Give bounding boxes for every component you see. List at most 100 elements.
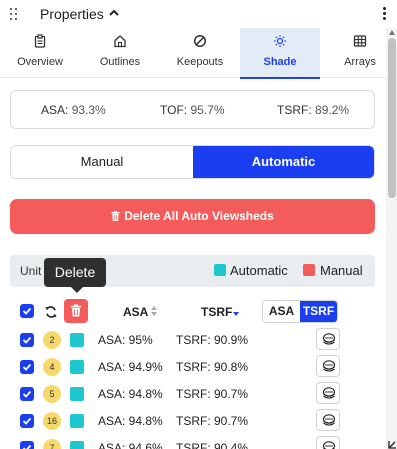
tab-outlines[interactable]: Outlines — [80, 28, 160, 78]
delete-all-label: Delete All Auto Viewsheds — [124, 209, 274, 223]
checkmark-icon — [22, 363, 32, 371]
scroll-up-arrow-icon[interactable] — [389, 30, 395, 35]
manual-mode-button[interactable]: Manual — [11, 146, 193, 178]
delete-all-auto-viewsheds-button[interactable]: Delete All Auto Viewsheds — [10, 199, 375, 234]
units-label: Unit — [20, 264, 42, 278]
layers-icon — [322, 333, 336, 345]
tsrf-stat-value: 89.2% — [315, 103, 350, 117]
row-asa-value: ASA: 94.9% — [98, 360, 163, 374]
asa-column-header[interactable]: ASA — [123, 305, 148, 319]
checkmark-icon — [22, 307, 32, 315]
metric-display-toggle: ASA TSRF — [262, 300, 338, 323]
row-tsrf-value: TSRF: 90.7% — [176, 387, 249, 401]
unit-number-badge: 4 — [43, 358, 61, 376]
tab-shade[interactable]: Shade — [240, 28, 320, 79]
trash-icon — [111, 210, 120, 221]
layers-button[interactable] — [316, 355, 340, 377]
delete-tooltip: Delete — [44, 258, 106, 293]
unit-number-badge: 2 — [43, 331, 61, 349]
tof-stat-label: TOF: — [160, 103, 188, 117]
unit-number-badge: 5 — [43, 385, 61, 403]
sort-descending-icon[interactable] — [233, 306, 239, 316]
tab-keepouts[interactable]: Keepouts — [160, 28, 240, 78]
list-item[interactable]: 5 ASA: 94.8% TSRF: 90.7% — [0, 382, 386, 406]
layers-icon — [322, 387, 336, 399]
asa-toggle-button[interactable]: ASA — [263, 301, 300, 322]
row-asa-value: ASA: 95% — [98, 333, 153, 347]
list-item[interactable]: 16 ASA: 94.8% TSRF: 90.7% — [0, 409, 386, 433]
checkmark-icon — [22, 417, 32, 425]
automatic-type-swatch — [70, 387, 84, 401]
unit-number-badge: 7 — [43, 439, 61, 449]
viewshed-mode-toggle: Manual Automatic — [10, 145, 375, 179]
home-icon — [114, 35, 126, 48]
clipboard-icon — [34, 34, 46, 48]
layers-icon — [322, 441, 336, 449]
row-asa-value: ASA: 94.8% — [98, 414, 163, 428]
layers-button[interactable] — [316, 409, 340, 431]
checkmark-icon — [22, 390, 32, 398]
automatic-swatch — [214, 264, 226, 276]
panel-header: Properties — [0, 0, 386, 28]
automatic-type-swatch — [70, 441, 84, 449]
resize-handle-icon[interactable] — [388, 440, 397, 449]
tab-label: Overview — [17, 56, 63, 68]
select-all-checkbox[interactable] — [20, 304, 34, 318]
list-item[interactable]: 4 ASA: 94.9% TSRF: 90.8% — [0, 355, 386, 379]
row-tsrf-value: TSRF: 90.4% — [176, 441, 249, 449]
row-tsrf-value: TSRF: 90.7% — [176, 414, 249, 428]
layers-button[interactable] — [316, 436, 340, 449]
row-checkbox[interactable] — [20, 387, 34, 401]
tab-label: Outlines — [99, 56, 141, 68]
delete-selected-button[interactable] — [64, 299, 88, 323]
tof-stat: TOF: 95.7% — [160, 103, 225, 117]
sort-neutral-icon[interactable] — [151, 306, 157, 316]
block-icon — [193, 34, 207, 48]
panel-title: Properties — [40, 6, 104, 22]
asa-stat: ASA: 93.3% — [41, 103, 106, 117]
automatic-type-swatch — [70, 360, 84, 374]
checkmark-icon — [22, 444, 32, 449]
tsrf-toggle-button[interactable]: TSRF — [300, 301, 337, 322]
row-checkbox[interactable] — [20, 414, 34, 428]
row-checkbox[interactable] — [20, 333, 34, 347]
asa-stat-value: 93.3% — [71, 103, 106, 117]
row-checkbox[interactable] — [20, 441, 34, 449]
tsrf-stat: TSRF: 89.2% — [277, 103, 349, 117]
scrollbar-thumb[interactable] — [388, 38, 396, 198]
more-options-icon[interactable] — [383, 7, 387, 21]
refresh-icon[interactable] — [44, 305, 58, 319]
tsrf-column-header[interactable]: TSRF — [201, 305, 232, 319]
asa-stat-label: ASA: — [41, 103, 69, 117]
unit-number-badge: 16 — [43, 412, 61, 430]
drag-handle-icon[interactable] — [10, 8, 20, 20]
checkmark-icon — [22, 336, 32, 344]
tab-label: Keepouts — [176, 56, 224, 68]
tab-bar: Overview Outlines Keepouts Shade Arrays — [0, 28, 386, 79]
grid-icon — [353, 35, 367, 47]
row-checkbox[interactable] — [20, 360, 34, 374]
layers-icon — [322, 414, 336, 426]
legend-manual-label: Manual — [320, 263, 363, 278]
row-asa-value: ASA: 94.8% — [98, 387, 163, 401]
tof-stat-value: 95.7% — [190, 103, 225, 117]
manual-swatch — [303, 264, 315, 276]
chevron-up-icon[interactable] — [108, 8, 120, 18]
automatic-type-swatch — [70, 333, 84, 347]
list-item[interactable]: 7 ASA: 94.6% TSRF: 90.4% — [0, 436, 386, 449]
tab-overview[interactable]: Overview — [0, 28, 80, 78]
automatic-type-swatch — [70, 414, 84, 428]
layers-button[interactable] — [316, 328, 340, 350]
list-item[interactable]: 2 ASA: 95% TSRF: 90.9% — [0, 328, 386, 352]
tsrf-stat-label: TSRF: — [277, 103, 312, 117]
layers-button[interactable] — [316, 382, 340, 404]
legend-automatic-label: Automatic — [230, 263, 288, 278]
row-asa-value: ASA: 94.6% — [98, 441, 163, 449]
tab-label: Shade — [263, 56, 297, 68]
viewshed-list: 2 ASA: 95% TSRF: 90.9% 4 ASA: 94.9% TSRF… — [0, 328, 386, 449]
shade-stats-summary: ASA: 93.3% TOF: 95.7% TSRF: 89.2% — [10, 90, 375, 129]
row-tsrf-value: TSRF: 90.8% — [176, 360, 249, 374]
trash-icon — [71, 304, 81, 317]
automatic-mode-button[interactable]: Automatic — [193, 146, 374, 178]
row-tsrf-value: TSRF: 90.9% — [176, 333, 249, 347]
